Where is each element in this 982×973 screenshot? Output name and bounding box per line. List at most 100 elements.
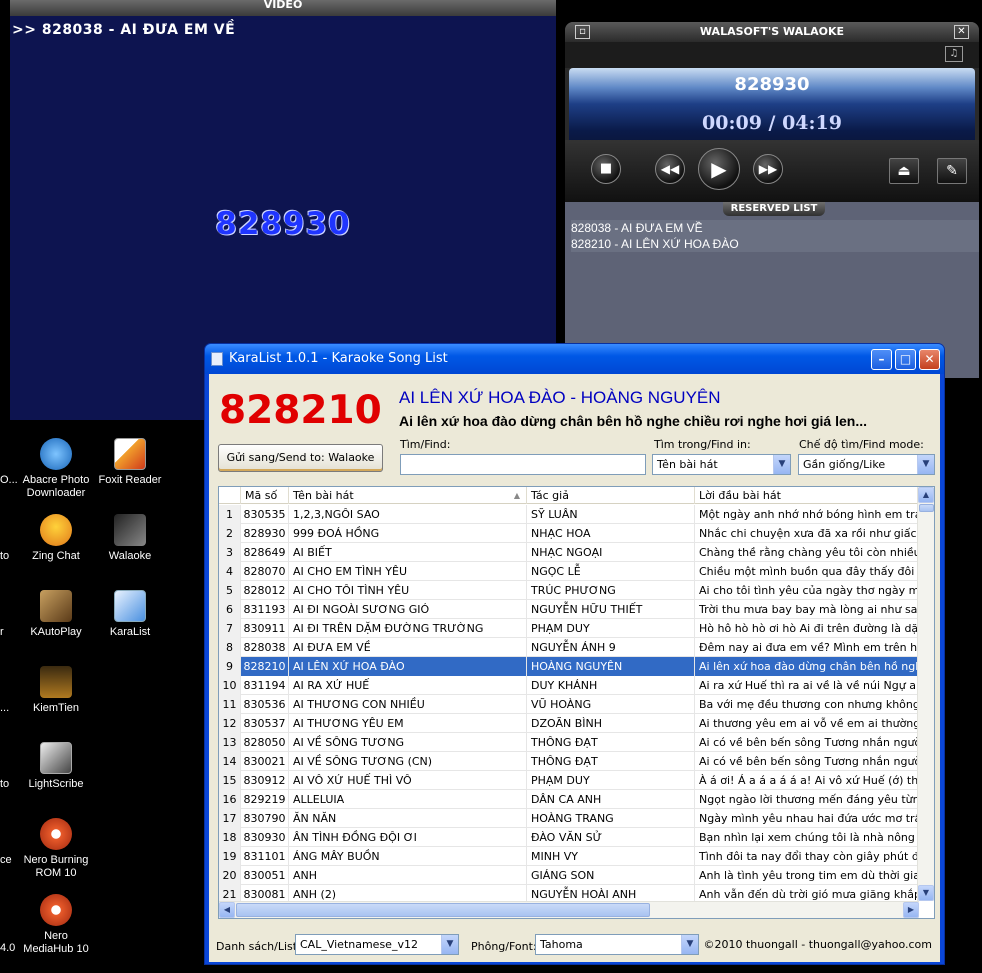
minimize-button[interactable]: –	[871, 349, 892, 370]
reserved-item[interactable]: 828038 - AI ĐƯA EM VỀ	[571, 220, 979, 236]
find-input[interactable]	[400, 454, 646, 475]
close-button[interactable]: ✕	[919, 349, 940, 370]
table-row[interactable]: 12 830537 AI THƯƠNG YÊU EM DZOÃN BÌNH Ai thư…	[219, 714, 919, 733]
table-row[interactable]: 18 830930 ÂN TÌNH ĐỒNG ĐỘI ƠI ĐÀO VĂN SỬ Bạn…	[219, 828, 919, 847]
find-in-value: Tên bài hát	[657, 458, 718, 471]
song-table: Mã số Tên bài hát ▲ Tác giả Lời đầu bài …	[218, 486, 935, 919]
reserved-list: 828038 - AI ĐƯA EM VỀ 828210 - AI LÊN XỨ…	[571, 220, 979, 252]
scroll-up-icon[interactable]: ▲	[918, 487, 934, 503]
column-header-lyric[interactable]: Lời đầu bài hát	[695, 487, 919, 504]
desktop-icon-foxit[interactable]: Foxit Reader	[92, 438, 168, 487]
send-to-button[interactable]: Gửi sang/Send to: Walaoke	[218, 444, 383, 472]
song-code-cell: 830930	[241, 828, 289, 847]
copyright-text: ©2010 thuongall - thuongall@yahoo.com	[703, 938, 932, 951]
table-row[interactable]: 4 828070 AI CHO EM TÌNH YÊU NGỌC LỄ Chiều mộ…	[219, 562, 919, 581]
reserved-item[interactable]: 828210 - AI LÊN XỨ HOA ĐÀO	[571, 236, 979, 252]
list-select[interactable]: CAL_Vietnamese_v12 ▼	[295, 934, 459, 955]
table-row[interactable]: 15 830912 AI VÔ XỨ HUẾ THÌ VÔ PHẠM DUY À á ơ…	[219, 771, 919, 790]
horizontal-scrollbar[interactable]: ◀ ▶	[219, 901, 919, 918]
desktop-icon-nero-mediahub[interactable]: Nero MediaHub 10	[18, 894, 94, 956]
find-in-select[interactable]: Tên bài hát ▼	[652, 454, 791, 475]
table-row[interactable]: 14 830021 AI VỀ SÔNG TƯƠNG (CN) THÔNG ĐẠT Ai…	[219, 752, 919, 771]
scroll-left-icon[interactable]: ◀	[219, 902, 235, 918]
row-number-cell: 4	[219, 562, 241, 581]
table-row[interactable]: 7 830911 AI ĐI TRÊN DẶM ĐƯỜNG TRƯỜNG PHẠM D…	[219, 619, 919, 638]
song-lyric-cell: Chiều một mình buồn qua đây thấy đôi lứa…	[699, 565, 919, 578]
column-header-title[interactable]: Tên bài hát ▲	[289, 487, 527, 504]
eject-button[interactable]: ⏏	[889, 158, 919, 184]
scroll-right-icon[interactable]: ▶	[903, 902, 919, 918]
list-label: Danh sách/List:	[216, 940, 301, 953]
table-row[interactable]: 9 828210 AI LÊN XỨ HOA ĐÀO HOÀNG NGUYÊN Ai l…	[219, 657, 919, 676]
table-row[interactable]: 6 831193 AI ĐI NGOÀI SƯƠNG GIÓ NGUYỄN HỮU T…	[219, 600, 919, 619]
kautoplay-icon	[40, 590, 72, 622]
chevron-down-icon[interactable]: ▼	[773, 455, 790, 474]
song-lyric-cell: Đêm nay ai đưa em về? Mình em trên hè ph…	[699, 641, 919, 654]
table-row[interactable]: 1 830535 1,2,3,NGÔI SAO SỸ LUÂN Một ngày anh…	[219, 505, 919, 524]
song-author-cell: DÂN CA ANH	[527, 790, 695, 809]
abacre-icon	[40, 438, 72, 470]
font-value: Tahoma	[540, 938, 583, 951]
reserved-list-tab[interactable]: RESERVED LIST	[723, 202, 825, 216]
desktop-icon-walaoke[interactable]: Walaoke	[92, 514, 168, 563]
song-title-cell: AI LÊN XỨ HOA ĐÀO	[289, 657, 527, 676]
font-label: Phông/Font:	[471, 940, 537, 953]
rewind-button[interactable]: ◀◀	[655, 154, 685, 184]
vertical-scrollbar[interactable]: ▲ ▼	[917, 487, 934, 901]
table-row[interactable]: 3 828649 AI BIẾT NHẠC NGOẠI Chàng thề rằng c…	[219, 543, 919, 562]
table-row[interactable]: 5 828012 AI CHO TÔI TÌNH YÊU TRÚC PHƯƠNG Ai …	[219, 581, 919, 600]
player-code: 828930	[734, 74, 810, 95]
song-title-cell: AI THƯƠNG CON NHIỀU	[289, 695, 527, 714]
maximize-button[interactable]: □	[895, 349, 916, 370]
table-row[interactable]: 20 830051 ANH GIÁNG SON Anh là tình yêu tron…	[219, 866, 919, 885]
play-button[interactable]: ▶	[698, 148, 740, 190]
player-close-icon[interactable]: ✕	[954, 25, 969, 39]
song-author-cell: NGUYỄN HỮU THIẾT	[527, 600, 695, 619]
table-row[interactable]: 2 828930 999 ĐOÁ HỒNG NHẠC HOA Nhắc chi chuy…	[219, 524, 919, 543]
horizontal-scroll-thumb[interactable]	[236, 903, 650, 917]
video-queue-text: >> 828038 - AI ĐƯA EM VỀ	[12, 22, 236, 38]
table-row[interactable]: 8 828038 AI ĐƯA EM VỀ NGUYỄN ÁNH 9 Đêm nay a…	[219, 638, 919, 657]
forward-button[interactable]: ▶▶	[753, 154, 783, 184]
desktop-icon-abacre[interactable]: Abacre Photo Downloader	[18, 438, 94, 500]
chevron-down-icon[interactable]: ▼	[441, 935, 458, 954]
row-number-cell: 10	[219, 676, 241, 695]
song-author-cell: NHẠC HOA	[527, 524, 695, 543]
chevron-down-icon[interactable]: ▼	[917, 455, 934, 474]
desktop-icon-kautoplay[interactable]: KAutoPlay	[18, 590, 94, 639]
zing-chat-icon	[40, 514, 72, 546]
song-title-cell: AI ĐI NGOÀI SƯƠNG GIÓ	[289, 600, 527, 619]
row-number-cell: 14	[219, 752, 241, 771]
desktop-icon-kiemtien[interactable]: KiemTien	[18, 666, 94, 715]
stop-button[interactable]: ■	[591, 154, 621, 184]
table-row[interactable]: 13 828050 AI VỀ SÔNG TƯƠNG THÔNG ĐẠT Ai có v…	[219, 733, 919, 752]
table-row[interactable]: 19 831101 ÁNG MÂY BUỒN MINH VY Tình đôi ta n…	[219, 847, 919, 866]
nero-icon	[40, 818, 72, 850]
desktop-icon-zing-chat[interactable]: Zing Chat	[18, 514, 94, 563]
find-mode-select[interactable]: Gần giống/Like ▼	[798, 454, 935, 475]
settings-button[interactable]: ✎	[937, 158, 967, 184]
play-icon: ▶	[711, 157, 727, 181]
edge-label: to	[0, 550, 10, 562]
song-title-cell: ANH	[289, 866, 527, 885]
table-row[interactable]: 11 830536 AI THƯƠNG CON NHIỀU VŨ HOÀNG Ba vớ…	[219, 695, 919, 714]
song-lyric-cell: Ai lên xứ hoa đào dừng chân bên hồ nghe …	[695, 657, 919, 676]
list-value: CAL_Vietnamese_v12	[300, 938, 418, 951]
song-code-cell: 828210	[241, 657, 289, 676]
font-select[interactable]: Tahoma ▼	[535, 934, 699, 955]
song-author-cell: HOÀNG TRANG	[527, 809, 695, 828]
chevron-down-icon[interactable]: ▼	[681, 935, 698, 954]
table-row[interactable]: 10 831194 AI RA XỨ HUẾ DUY KHÁNH Ai ra xứ Hu…	[219, 676, 919, 695]
table-row[interactable]: 17 830790 ĂN NĂN HOÀNG TRANG Ngày mình yêu n…	[219, 809, 919, 828]
desktop-icon-lightscribe[interactable]: LightScribe	[18, 742, 94, 791]
table-row[interactable]: 16 829219 ALLELUIA DÂN CA ANH Ngọt ngào lời …	[219, 790, 919, 809]
song-title-cell: 1,2,3,NGÔI SAO	[289, 505, 527, 524]
desktop-icon-karalist[interactable]: KaraList	[92, 590, 168, 639]
playlist-icon[interactable]: ♫	[945, 46, 963, 62]
column-header-author[interactable]: Tác giả	[527, 487, 695, 504]
vertical-scroll-thumb[interactable]	[919, 504, 934, 512]
column-header-code[interactable]: Mã số	[241, 487, 289, 504]
player-menu-icon[interactable]: ▫	[575, 25, 590, 39]
scroll-down-icon[interactable]: ▼	[918, 885, 934, 901]
desktop-icon-nero[interactable]: Nero Burning ROM 10	[18, 818, 94, 880]
